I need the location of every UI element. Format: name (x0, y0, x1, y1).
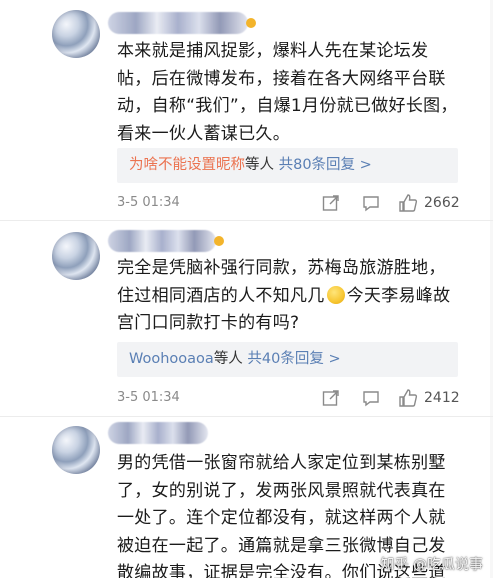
like-count: 2412 (424, 390, 460, 406)
reply-user[interactable]: Woohooaoa (129, 351, 214, 367)
thumbs-up-icon[interactable] (398, 388, 418, 408)
view-replies-link[interactable]: 共80条回复 > (279, 157, 372, 173)
divider (0, 220, 493, 221)
smirk-emoji-icon (326, 285, 345, 304)
comment-text: 完全是凭脑补强行同款，苏梅岛旅游胜地， 住过相同酒店的人不知凡几 今天李易峰故 宫… (117, 258, 451, 333)
comment-time: 3-5 01:34 (117, 195, 180, 210)
like-count: 2662 (424, 195, 460, 211)
comment-time: 3-5 01:34 (117, 390, 180, 405)
vip-badge-icon (246, 18, 256, 28)
share-icon[interactable] (322, 194, 340, 212)
share-icon[interactable] (322, 389, 340, 407)
comment-icon[interactable] (362, 389, 380, 407)
nickname-blurred[interactable] (108, 422, 208, 444)
reply-summary[interactable]: Woohooaoa等人 共40条回复 > (117, 342, 458, 377)
comment-text: 本来就是捕风捉影，爆料人先在某论坛发 帖，后在微博发布，接着在各大网络平台联 动… (117, 41, 458, 144)
reply-mid: 等人 (245, 157, 274, 173)
reply-summary[interactable]: 为啥不能设置昵称等人 共80条回复 > (117, 148, 458, 183)
divider (0, 416, 493, 417)
avatar[interactable] (52, 232, 100, 280)
avatar[interactable] (52, 10, 100, 58)
thumbs-up-icon[interactable] (398, 193, 418, 213)
watermark: 知乎 @吃瓜说事 (380, 557, 483, 573)
reply-mid: 等人 (213, 351, 243, 367)
reply-user[interactable]: 为啥不能设置昵称 (129, 157, 245, 173)
avatar[interactable] (52, 426, 100, 474)
vip-badge-icon (214, 236, 224, 246)
comment-icon[interactable] (362, 194, 380, 212)
view-replies-link[interactable]: 共40条回复 > (247, 351, 340, 367)
nickname-blurred[interactable] (108, 230, 216, 252)
nickname-blurred[interactable] (108, 12, 248, 34)
